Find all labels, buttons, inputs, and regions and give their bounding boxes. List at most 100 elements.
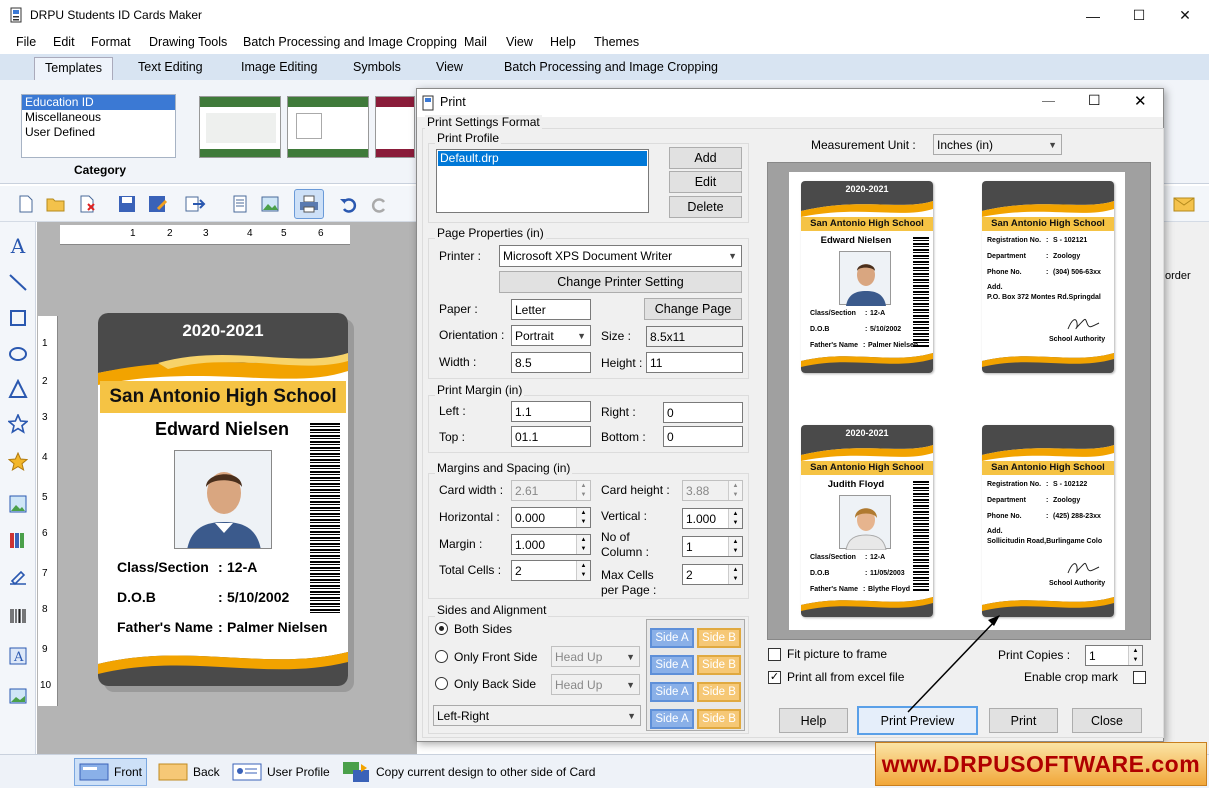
document-icon[interactable] [228,192,252,216]
dialog-minimize-icon[interactable]: — [1042,93,1055,108]
image-icon[interactable] [258,192,282,216]
picture-tool-icon[interactable] [6,492,30,516]
spinner-icon[interactable]: ▲ ▼ [576,481,590,500]
edit-profile-button[interactable]: Edit [669,171,742,193]
total-cells-field[interactable]: 2 ▲ ▼ [511,560,591,581]
tab-templates[interactable]: Templates [34,57,113,80]
margin-right-field[interactable]: 0 [663,402,743,423]
measurement-unit-select[interactable]: Inches (in) ▼ [933,134,1062,155]
add-profile-button[interactable]: Add [669,147,742,169]
card-width-field[interactable]: 2.61 ▲ ▼ [511,480,591,501]
size-field[interactable]: 8.5x11 [646,326,743,347]
dialog-close-icon[interactable]: ✕ [1134,92,1147,110]
menu-batch-processing[interactable]: Batch Processing and Image Cropping [243,35,457,49]
menu-help[interactable]: Help [550,35,576,49]
spinner-icon[interactable]: ▲ ▼ [728,565,742,584]
front-side-radio[interactable] [435,650,448,663]
tab-symbols[interactable]: Symbols [353,60,401,74]
undo-icon[interactable] [336,192,360,216]
front-tab[interactable]: Front [74,758,148,786]
shapes-tool-icon[interactable] [6,450,30,474]
barcode-tool-icon[interactable] [6,604,30,628]
menu-edit[interactable]: Edit [53,35,75,49]
spinner-icon[interactable]: ▲ ▼ [728,481,742,500]
width-field[interactable]: 8.5 [511,352,591,373]
maximize-icon[interactable]: ☐ [1116,0,1162,31]
change-page-button[interactable]: Change Page [644,298,742,320]
new-file-icon[interactable] [14,192,38,216]
menu-format[interactable]: Format [91,35,131,49]
back-side-radio[interactable] [435,677,448,690]
redo-icon[interactable] [368,192,392,216]
signature-tool-icon[interactable] [6,566,30,590]
spinner-icon[interactable]: ▲ ▼ [1128,646,1142,665]
max-cells-field[interactable]: 2 ▲ ▼ [682,564,743,585]
print-icon[interactable] [294,189,324,219]
template-thumbnail[interactable] [287,96,369,158]
card-height-field[interactable]: 3.88 ▲ ▼ [682,480,743,501]
minimize-icon[interactable]: — [1070,0,1116,31]
profile-item-default[interactable]: Default.drp [438,151,647,166]
tab-view[interactable]: View [436,60,463,74]
close-button[interactable]: Close [1072,708,1142,733]
spinner-icon[interactable]: ▲ ▼ [728,509,742,528]
delete-profile-button[interactable]: Delete [669,196,742,218]
category-list[interactable]: Education ID Miscellaneous User Defined [21,94,176,158]
margin-bottom-field[interactable]: 0 [663,426,743,447]
menu-view[interactable]: View [506,35,533,49]
tab-image-editing[interactable]: Image Editing [241,60,317,74]
image-frame-tool-icon[interactable] [6,684,30,708]
template-thumbnail[interactable] [375,96,415,158]
triangle-tool-icon[interactable] [6,377,30,401]
template-thumbnail[interactable] [199,96,281,158]
tab-batch-processing[interactable]: Batch Processing and Image Cropping [504,60,718,74]
columns-field[interactable]: 1 ▲ ▼ [682,536,743,557]
ellipse-tool-icon[interactable] [6,342,30,366]
tab-text-editing[interactable]: Text Editing [138,60,203,74]
crop-mark-checkbox[interactable] [1133,671,1146,684]
horizontal-field[interactable]: 0.000 ▲ ▼ [511,507,591,528]
print-profile-list[interactable]: Default.drp [436,149,649,213]
menu-themes[interactable]: Themes [594,35,639,49]
copy-design-button[interactable]: Copy current design to other side of Car… [337,758,599,786]
spinner-icon[interactable]: ▲ ▼ [576,561,590,580]
back-head-select[interactable]: Head Up ▼ [551,674,640,695]
category-item-user-defined[interactable]: User Defined [22,125,175,140]
change-printer-button[interactable]: Change Printer Setting [499,271,742,293]
spinner-icon[interactable]: ▲ ▼ [576,508,590,527]
rectangle-tool-icon[interactable] [6,306,30,330]
margin-top-field[interactable]: 01.1 [511,426,591,447]
printer-select[interactable]: Microsoft XPS Document Writer ▼ [499,245,742,267]
library-tool-icon[interactable] [6,528,30,552]
print-copies-field[interactable]: 1 ▲ ▼ [1085,645,1143,666]
orientation-select[interactable]: Portrait ▼ [511,325,591,346]
export-icon[interactable] [185,192,209,216]
category-item-miscellaneous[interactable]: Miscellaneous [22,110,175,125]
wordart-tool-icon[interactable]: A [6,644,30,668]
id-card-front[interactable]: 2020-2021 San Antonio High School Edward… [98,313,348,686]
spinner-icon[interactable]: ▲ ▼ [576,535,590,554]
line-tool-icon[interactable] [6,270,30,294]
dialog-maximize-icon[interactable]: ☐ [1088,92,1101,109]
save-icon[interactable] [115,192,139,216]
help-button[interactable]: Help [779,708,848,733]
margin-spacing-field[interactable]: 1.000 ▲ ▼ [511,534,591,555]
alignment-select[interactable]: Left-Right ▼ [433,705,641,726]
print-excel-checkbox[interactable]: ✓ [768,671,781,684]
menu-file[interactable]: File [16,35,36,49]
mail-icon[interactable] [1172,192,1196,216]
fit-picture-checkbox[interactable] [768,648,781,661]
vertical-field[interactable]: 1.000 ▲ ▼ [682,508,743,529]
front-head-select[interactable]: Head Up ▼ [551,646,640,667]
menu-drawing-tools[interactable]: Drawing Tools [149,35,227,49]
spinner-icon[interactable]: ▲ ▼ [728,537,742,556]
user-profile-tab[interactable]: User Profile [228,758,334,786]
star-tool-icon[interactable] [6,412,30,436]
back-tab[interactable]: Back [154,758,224,786]
close-file-icon[interactable] [76,192,100,216]
close-icon[interactable]: ✕ [1162,0,1208,31]
open-folder-icon[interactable] [44,192,68,216]
text-tool-icon[interactable]: A [6,234,30,258]
height-field[interactable]: 11 [646,352,743,373]
paper-field[interactable]: Letter [511,299,591,320]
